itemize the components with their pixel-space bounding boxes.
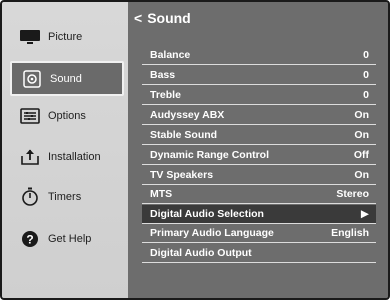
setting-value: Stereo xyxy=(336,188,369,200)
setting-label: Primary Audio Language xyxy=(150,227,274,239)
setting-value: English xyxy=(331,227,369,239)
setting-label: Balance xyxy=(150,49,191,61)
setting-value: 0 xyxy=(363,69,369,81)
installation-icon xyxy=(18,147,42,167)
setting-label: Bass xyxy=(150,69,176,81)
setting-value: On xyxy=(354,109,369,121)
setting-row-bass[interactable]: Bass 0 xyxy=(142,66,376,85)
setting-label: Audyssey ABX xyxy=(150,109,225,121)
tv-monitor-icon xyxy=(18,27,42,47)
sidebar-item-sound[interactable]: Sound xyxy=(10,61,124,96)
help-icon: ? xyxy=(18,229,42,249)
setting-value: On xyxy=(354,129,369,141)
svg-text:?: ? xyxy=(26,232,33,246)
submenu-arrow-icon: ▶ xyxy=(360,208,369,220)
sidebar-item-timers[interactable]: Timers xyxy=(10,181,124,213)
sidebar-item-label: Timers xyxy=(48,191,82,203)
setting-label: Digital Audio Output xyxy=(150,247,252,259)
speaker-icon xyxy=(20,69,44,89)
setting-row-mts[interactable]: MTS Stereo xyxy=(142,185,376,204)
options-panel-icon xyxy=(18,106,42,126)
sidebar: Picture Sound Options Installation Timer… xyxy=(2,2,128,298)
page-title-text: Sound xyxy=(147,10,191,26)
page-title[interactable]: < Sound xyxy=(134,10,191,26)
setting-label: Stable Sound xyxy=(150,129,218,141)
sidebar-item-label: Options xyxy=(48,110,86,122)
sidebar-item-label: Picture xyxy=(48,31,83,43)
setting-value: Off xyxy=(353,149,369,161)
setting-label: Dynamic Range Control xyxy=(150,149,270,161)
setting-row-audyssey-abx[interactable]: Audyssey ABX On xyxy=(142,106,376,125)
sidebar-item-installation[interactable]: Installation xyxy=(10,141,124,173)
sidebar-item-picture[interactable]: Picture xyxy=(10,21,124,53)
setting-row-balance[interactable]: Balance 0 xyxy=(142,46,376,65)
setting-label: TV Speakers xyxy=(150,169,214,181)
setting-row-dynamic-range-control[interactable]: Dynamic Range Control Off xyxy=(142,146,376,165)
setting-value: On xyxy=(354,169,369,181)
setting-label: Digital Audio Selection xyxy=(150,208,264,220)
setting-row-digital-audio-output[interactable]: Digital Audio Output xyxy=(142,244,376,263)
setting-label: MTS xyxy=(150,188,173,200)
setting-value: 0 xyxy=(363,49,369,61)
back-chevron-icon[interactable]: < xyxy=(134,10,142,26)
setting-row-tv-speakers[interactable]: TV Speakers On xyxy=(142,166,376,185)
sidebar-item-label: Installation xyxy=(48,151,101,163)
setting-row-treble[interactable]: Treble 0 xyxy=(142,86,376,105)
setting-row-digital-audio-selection[interactable]: Digital Audio Selection ▶ xyxy=(142,205,376,224)
sidebar-item-options[interactable]: Options xyxy=(10,100,124,132)
setting-row-primary-audio-language[interactable]: Primary Audio Language English xyxy=(142,224,376,243)
sidebar-item-label: Sound xyxy=(50,72,82,85)
setting-value: 0 xyxy=(363,89,369,101)
sidebar-item-label: Get Help xyxy=(48,233,92,245)
stopwatch-icon xyxy=(18,187,42,207)
setting-row-stable-sound[interactable]: Stable Sound On xyxy=(142,126,376,145)
setting-label: Treble xyxy=(150,89,181,101)
sidebar-item-get-help[interactable]: ? Get Help xyxy=(10,223,124,255)
